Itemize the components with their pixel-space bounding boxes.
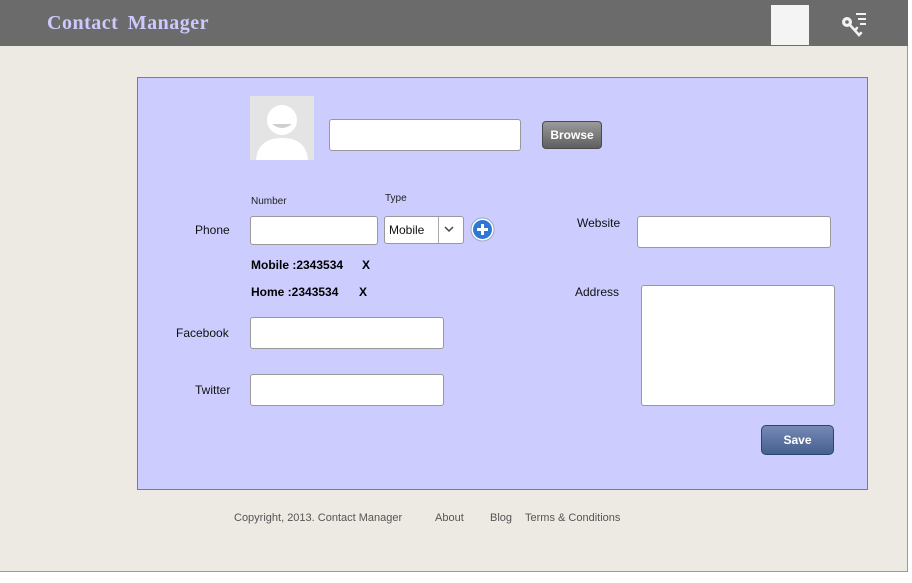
number-column-label: Number [251,196,287,207]
facebook-label: Facebook [176,326,229,340]
app-title: Contact Manager [47,12,210,34]
remove-home-button[interactable]: X [359,285,367,299]
twitter-input[interactable] [250,374,444,406]
footer-copyright: Copyright, 2013. Contact Manager [234,512,403,524]
phone-type-value: Mobile [389,223,425,237]
footer-link-blog[interactable]: Blog [490,512,512,524]
type-column-label: Type [385,193,407,204]
user-slot[interactable] [771,5,809,45]
key-menu-icon[interactable] [838,11,868,39]
phone-entry-mobile: Mobile :2343534 [251,258,344,272]
address-textarea[interactable] [641,285,835,406]
select-divider [438,217,439,243]
person-icon [256,105,308,160]
website-input[interactable] [637,216,831,248]
chevron-down-icon [444,226,454,233]
add-phone-icon[interactable] [470,217,495,242]
phone-number-input[interactable] [250,216,378,245]
footer-link-terms[interactable]: Terms & Conditions [525,512,620,524]
phone-label: Phone [195,223,230,237]
phone-entry-home: Home :2343534 [251,285,339,299]
avatar-placeholder [250,96,314,160]
address-label: Address [575,285,620,299]
page-frame: Contact Manager Browse Number Type Phone… [0,0,908,572]
browse-button[interactable]: Browse [542,121,602,149]
facebook-input[interactable] [250,317,444,349]
photo-path-input[interactable] [329,119,521,151]
remove-mobile-button[interactable]: X [362,258,370,272]
website-label: Website [577,216,621,230]
phone-type-select[interactable]: Mobile [384,216,464,244]
twitter-label: Twitter [195,383,231,397]
top-bar: Contact Manager [0,0,908,46]
footer-link-about[interactable]: About [435,512,464,524]
save-button[interactable]: Save [761,425,834,455]
